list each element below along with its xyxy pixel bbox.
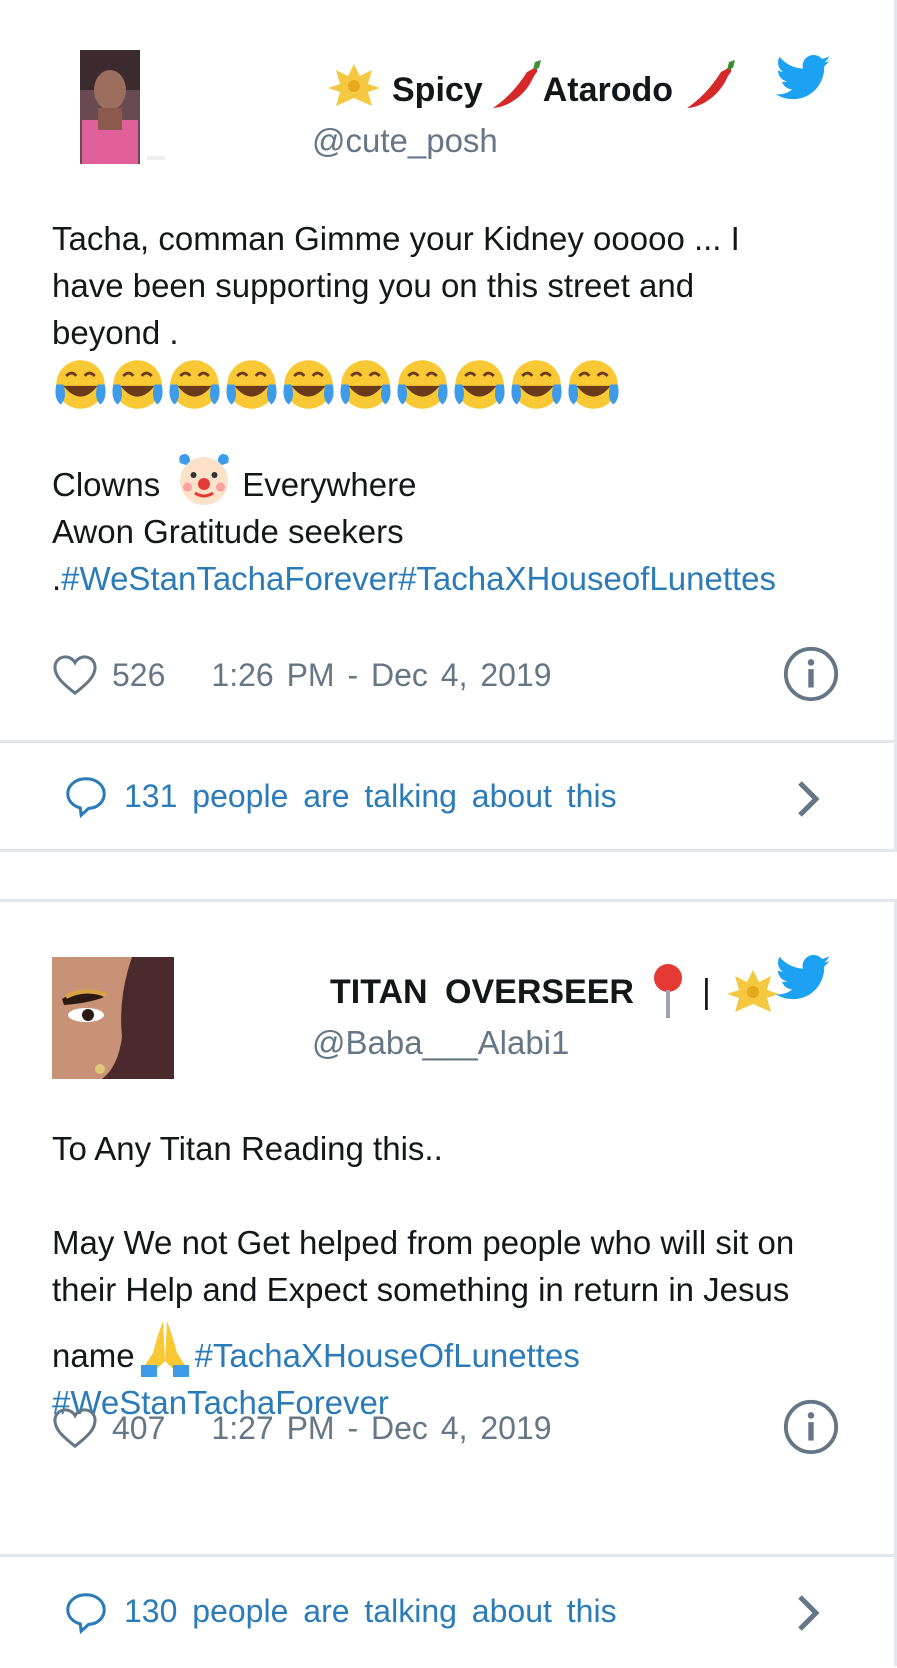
tweet-text: Tacha, comman Gimme your Kidney ooooo ..… — [52, 215, 822, 602]
praying-hands-emoji-icon — [140, 1321, 189, 1377]
tweet-line: .#WeStanTachaForever#TachaXHouseofLunett… — [52, 555, 822, 602]
chili-pepper-emoji-icon — [487, 58, 543, 123]
speech-bubble-icon — [66, 777, 106, 819]
avatar[interactable] — [52, 50, 174, 172]
conversation-link[interactable]: 130 people are talking about this — [0, 1554, 897, 1666]
like-button[interactable]: 407 — [52, 1407, 211, 1449]
laughing-tears-emoji-icon — [340, 360, 391, 409]
like-count: 407 — [112, 1409, 166, 1446]
talking-count: 130 people are talking about this — [124, 1593, 617, 1629]
chevron-right-icon — [798, 781, 820, 817]
laughing-tears-emoji-icon — [283, 360, 334, 409]
tweet-text: To Any Titan Reading this.. May We not G… — [52, 1125, 822, 1426]
tweet-line: May We not Get helped from people who wi… — [52, 1224, 795, 1261]
clown-emoji-icon — [179, 453, 229, 505]
heart-icon — [53, 1408, 97, 1449]
chevron-right-icon — [798, 1595, 820, 1631]
tweet-line: To Any Titan Reading this.. — [52, 1130, 443, 1167]
tweet-line: beyond . — [52, 314, 179, 351]
laughing-tears-emoji-icon — [454, 360, 505, 409]
tweet-line: their Help and Expect something in retur… — [52, 1271, 790, 1308]
display-name-part1: Spicy — [392, 70, 483, 109]
clowns-text: Clowns — [52, 466, 161, 503]
tweet-header: TITAN OVERSEER | @Baba___Alabi1 — [312, 954, 830, 1062]
tweet-line: name #TachaXHouseOfLunettes — [52, 1313, 822, 1379]
handle[interactable]: @cute_posh — [312, 122, 830, 160]
pushpin-emoji-icon — [653, 964, 682, 1018]
page: Spicy Atarodo @cute_posh Tacha, comman G… — [0, 0, 897, 1668]
laughing-tears-emoji-icon — [226, 360, 277, 409]
tweet-line: have been supporting you on this street … — [52, 267, 695, 304]
info-icon[interactable] — [782, 1398, 842, 1458]
laughing-tears-emoji-icon — [55, 360, 106, 409]
tweet-header: Spicy Atarodo @cute_posh — [312, 52, 830, 160]
heart-icon — [53, 655, 97, 696]
display-name[interactable]: Spicy Atarodo — [328, 52, 830, 128]
tweet-line: Tacha, comman Gimme your Kidney ooooo ..… — [52, 220, 740, 257]
everywhere-text: Everywhere — [242, 466, 417, 503]
crown-emoji-icon — [726, 970, 779, 1012]
tweet-line: Clowns Everywhere — [52, 453, 822, 508]
like-count: 526 — [112, 656, 166, 693]
tweet-meta: 407 1:27 PM - Dec 4, 2019 — [52, 1398, 842, 1458]
hashtag-link[interactable]: #TachaXHouseOfLunettes — [195, 1332, 580, 1379]
laughing-tears-emoji-icon — [169, 360, 220, 409]
laughing-tears-emoji-icon — [568, 360, 619, 409]
name-text: name — [52, 1337, 135, 1374]
display-name[interactable]: TITAN OVERSEER | — [330, 954, 830, 1030]
tweet-card: TITAN OVERSEER | @Baba___Alabi1 To Any T… — [0, 899, 897, 1666]
avatar[interactable] — [52, 957, 174, 1079]
timestamp[interactable]: 1:27 PM - Dec 4, 2019 — [211, 1410, 551, 1447]
handle[interactable]: @Baba___Alabi1 — [312, 1024, 830, 1062]
tweet-card: Spicy Atarodo @cute_posh Tacha, comman G… — [0, 0, 897, 852]
timestamp[interactable]: 1:26 PM - Dec 4, 2019 — [211, 657, 551, 694]
laughing-tears-emoji-icon — [112, 360, 163, 409]
tweet-meta: 526 1:26 PM - Dec 4, 2019 — [52, 645, 842, 705]
info-icon[interactable] — [782, 645, 842, 705]
hashtag-link[interactable]: #TachaXHouseofLunettes — [398, 560, 776, 597]
hashtag-link[interactable]: #WeStanTachaForever — [61, 560, 398, 597]
separator: | — [701, 972, 711, 1011]
conversation-link[interactable]: 131 people are talking about this — [0, 740, 897, 852]
dot-text: . — [52, 560, 62, 597]
tweet-line: Awon Gratitude seekers — [52, 513, 404, 550]
twitter-bird-icon[interactable] — [775, 955, 832, 1005]
laughing-tears-emoji-icon — [397, 360, 448, 409]
speech-bubble-icon — [66, 1592, 106, 1634]
display-name-text: TITAN OVERSEER — [330, 972, 634, 1011]
display-name-part2: Atarodo — [542, 70, 674, 109]
chili-pepper-emoji-icon — [681, 58, 737, 123]
twitter-bird-icon[interactable] — [775, 55, 832, 105]
crown-emoji-icon — [326, 60, 382, 121]
laughing-tears-emoji-icon — [511, 360, 562, 409]
laughing-emoji-row — [52, 356, 822, 414]
talking-count: 131 people are talking about this — [124, 777, 617, 814]
like-button[interactable]: 526 — [52, 654, 211, 696]
